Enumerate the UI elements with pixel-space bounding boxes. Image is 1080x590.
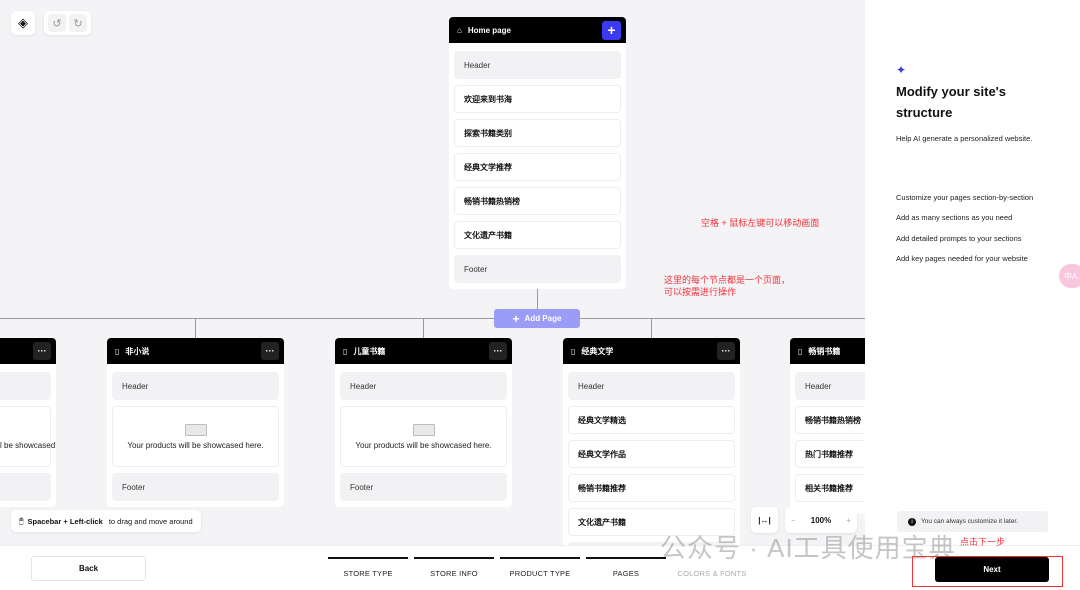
section-item[interactable]: 畅销书籍热销榜 <box>454 187 621 215</box>
more-options-button[interactable]: ··· <box>717 342 735 360</box>
products-text: Your products will be showcased here. <box>0 440 56 450</box>
next-button[interactable]: Next <box>935 557 1049 582</box>
diamond-logo-icon: ◈ <box>18 15 28 30</box>
section-item[interactable]: 热门书籍推荐 <box>795 440 865 468</box>
feature-list: Customize your pages section-by-section … <box>896 188 1033 269</box>
connector <box>651 318 652 338</box>
card-title: Home page <box>467 25 511 35</box>
zoom-in-button[interactable]: + <box>846 516 851 525</box>
section-item[interactable]: Header <box>568 372 735 400</box>
connector <box>195 318 196 338</box>
products-placeholder[interactable]: Your products will be showcased here. <box>112 406 279 467</box>
add-section-button[interactable]: + <box>602 20 621 40</box>
add-page-label: Add Page <box>524 314 562 323</box>
notice-text: You can always customize it later. <box>921 518 1018 525</box>
more-options-button[interactable]: ··· <box>33 342 51 360</box>
product-grid-icon <box>412 423 435 436</box>
page-card[interactable]: ··· Your products will be showcased here… <box>0 338 56 507</box>
page-card-children-books[interactable]: ▯ 儿童书籍 ··· Header Your products will be sh… <box>335 338 512 507</box>
fit-icon: |↔| <box>758 515 771 525</box>
step-store-info[interactable]: STORE INFO <box>414 557 494 578</box>
section-item[interactable]: Footer <box>454 255 621 283</box>
connector <box>423 318 424 338</box>
logo-button[interactable]: ◈ <box>11 11 35 35</box>
section-item[interactable] <box>0 473 51 501</box>
section-item[interactable] <box>0 372 51 400</box>
feature-item: Add detailed prompts to your sections <box>896 233 1022 243</box>
pan-hint: 🖱 Spacebar + Left-click to drag and move … <box>11 510 201 532</box>
page-icon: ▯ <box>115 346 120 356</box>
page-card-classics[interactable]: ▯ 经典文学 ··· Header 经典文学精选 经典文学作品 畅销书籍推荐 文化遗… <box>563 338 740 545</box>
annotation-node-2: 可以按需进行操作 <box>664 287 737 297</box>
section-item[interactable]: 相关书籍推荐 <box>795 474 865 502</box>
section-item[interactable]: 畅销书籍热销榜 <box>795 406 865 434</box>
canvas[interactable]: ◈ ↺ ↻ ⌂ Home page + Header 欢迎来到书海 探索书籍类别 经… <box>0 0 865 545</box>
feature-item: Add as many sections as you need <box>896 213 1013 223</box>
more-options-button[interactable]: ··· <box>261 342 279 360</box>
section-item[interactable]: Footer <box>112 473 279 501</box>
hint-text: to drag and move around <box>106 516 193 526</box>
section-item[interactable]: 文化遗产书籍 <box>454 221 621 249</box>
section-item[interactable]: 畅销书籍推荐 <box>568 474 735 502</box>
right-panel: ✦ Modify your site's structure Help AI g… <box>865 0 1080 545</box>
sparkle-icon: ✦ <box>896 63 907 77</box>
products-placeholder[interactable]: Your products will be showcased here. <box>340 406 507 467</box>
section-item[interactable]: Header <box>340 372 507 400</box>
panel-title: Modify your site's structure <box>896 84 1006 120</box>
mouse-icon: 🖱 <box>19 516 24 525</box>
card-title: 畅销书籍 <box>808 346 841 356</box>
panel-subtitle: Help AI generate a personalized website. <box>896 134 1033 143</box>
section-item[interactable]: 探索书籍类别 <box>454 119 621 147</box>
plus-icon: + <box>512 311 520 326</box>
redo-icon[interactable]: ↻ <box>69 14 87 32</box>
products-text: Your products will be showcased here. <box>127 440 264 450</box>
annotation-node-1: 这里的每个节点都是一个页面， <box>664 275 791 285</box>
bottom-bar: Back STORE TYPE STORE INFO PRODUCT TYPE … <box>0 533 1080 590</box>
hint-bold: Spacebar + Left-click <box>27 516 103 526</box>
card-title: 非小说 <box>125 346 150 356</box>
more-options-button[interactable]: ··· <box>489 342 507 360</box>
card-title: 儿童书籍 <box>353 346 386 356</box>
section-item[interactable]: Footer <box>340 473 507 501</box>
connector <box>0 318 865 319</box>
section-item[interactable]: Header <box>112 372 279 400</box>
undo-icon[interactable]: ↺ <box>48 14 66 32</box>
step-store-type[interactable]: STORE TYPE <box>328 557 408 578</box>
products-text: Your products will be showcased here. <box>355 440 492 450</box>
zoom-out-button[interactable]: − <box>791 516 796 525</box>
products-placeholder[interactable]: Your products will be showcased here. <box>0 406 56 467</box>
product-grid-icon <box>184 423 207 436</box>
annotation-pan: 空格 + 鼠标左键可以移动画面 <box>701 218 820 228</box>
section-item[interactable]: 经典文学推荐 <box>454 153 621 181</box>
home-page-card[interactable]: ⌂ Home page + Header 欢迎来到书海 探索书籍类别 经典文学推荐 … <box>449 17 626 289</box>
section-item[interactable]: Header <box>795 372 865 400</box>
page-icon: ▯ <box>798 346 803 356</box>
feature-item: Add key pages needed for your website <box>896 253 1028 263</box>
home-icon: ⌂ <box>457 25 462 35</box>
feature-item: Customize your pages section-by-section <box>896 193 1034 202</box>
section-item[interactable]: 经典文学作品 <box>568 440 735 468</box>
history-controls: ↺ ↻ <box>44 11 91 35</box>
page-icon: ▯ <box>571 346 576 356</box>
back-button[interactable]: Back <box>31 556 146 581</box>
step-product-type[interactable]: PRODUCT TYPE <box>500 557 580 578</box>
card-title: 经典文学 <box>581 346 614 356</box>
page-card-non-fiction[interactable]: ▯ 非小说 ··· Header Your products will be sho… <box>107 338 284 507</box>
section-item[interactable]: 欢迎来到书海 <box>454 85 621 113</box>
section-item[interactable]: Header <box>454 51 621 79</box>
zoom-level: 100% <box>810 515 832 525</box>
step-pages[interactable]: PAGES <box>586 557 666 578</box>
add-page-button[interactable]: + Add Page <box>494 309 580 328</box>
section-item[interactable]: 经典文学精选 <box>568 406 735 434</box>
annotation-next: 点击下一步 <box>960 537 1006 547</box>
info-icon: i <box>908 517 916 526</box>
page-icon: ▯ <box>343 346 348 356</box>
page-card-bestsellers[interactable]: ▯ 畅销书籍 Header 畅销书籍热销榜 热门书籍推荐 相关书籍推荐 <box>790 338 865 514</box>
translate-badge[interactable]: 中A <box>1059 264 1080 288</box>
